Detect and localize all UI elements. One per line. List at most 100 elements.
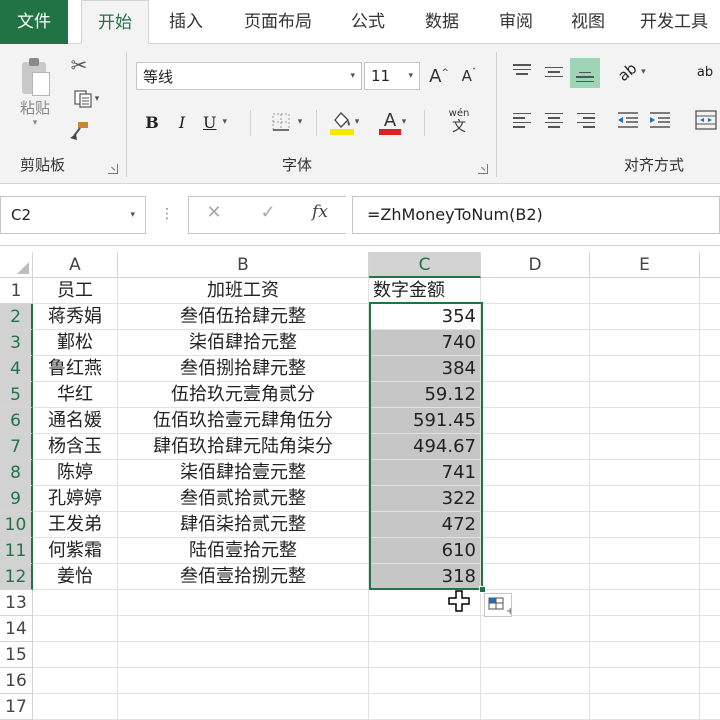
employee-cell[interactable]: 通名媛 bbox=[33, 408, 118, 434]
amount-cell[interactable]: 59.12 bbox=[369, 382, 481, 408]
cancel-button[interactable]: ✕ bbox=[200, 202, 228, 228]
copy-button[interactable]: ▾ bbox=[66, 86, 106, 112]
cell[interactable] bbox=[700, 668, 720, 694]
decrease-indent-button[interactable] bbox=[614, 106, 642, 134]
amount-cell[interactable]: 741 bbox=[369, 460, 481, 486]
italic-button[interactable]: I bbox=[170, 108, 194, 136]
cell[interactable] bbox=[700, 460, 720, 486]
cell[interactable] bbox=[118, 616, 369, 642]
row-header-8[interactable]: 8 bbox=[0, 460, 33, 486]
overtime-pay-cell[interactable]: 柒佰肆拾元整 bbox=[118, 330, 369, 356]
column-header-d[interactable]: D bbox=[481, 252, 590, 278]
cell[interactable] bbox=[481, 382, 590, 408]
employee-cell[interactable]: 王发弟 bbox=[33, 512, 118, 538]
row-header-12[interactable]: 12 bbox=[0, 564, 33, 590]
name-box[interactable]: C2 ▾ bbox=[0, 196, 146, 234]
overtime-pay-cell[interactable]: 伍拾玖元壹角贰分 bbox=[118, 382, 369, 408]
header-cell[interactable]: 加班工资 bbox=[118, 278, 369, 304]
amount-cell[interactable]: 384 bbox=[369, 356, 481, 382]
cell[interactable] bbox=[481, 668, 590, 694]
tab-home[interactable]: 开始 bbox=[81, 0, 149, 45]
paste-button[interactable]: 粘贴 ▾ bbox=[12, 54, 58, 128]
cell[interactable] bbox=[700, 642, 720, 668]
employee-cell[interactable]: 鲁红燕 bbox=[33, 356, 118, 382]
cell[interactable] bbox=[590, 694, 700, 720]
cell[interactable] bbox=[590, 616, 700, 642]
tab-view[interactable]: 视图 bbox=[560, 0, 616, 44]
cell[interactable] bbox=[118, 668, 369, 694]
overtime-pay-cell[interactable]: 陆佰壹拾元整 bbox=[118, 538, 369, 564]
cell[interactable] bbox=[590, 460, 700, 486]
cell[interactable] bbox=[590, 486, 700, 512]
header-cell[interactable]: 员工 bbox=[33, 278, 118, 304]
cell[interactable] bbox=[590, 564, 700, 590]
row-header-10[interactable]: 10 bbox=[0, 512, 33, 538]
chevron-down-icon[interactable]: ▾ bbox=[95, 94, 100, 104]
font-launcher-icon[interactable] bbox=[478, 164, 488, 174]
bold-button[interactable]: B bbox=[140, 108, 164, 136]
employee-cell[interactable]: 姜怡 bbox=[33, 564, 118, 590]
align-right-button[interactable] bbox=[572, 106, 600, 134]
cell[interactable] bbox=[700, 694, 720, 720]
cell[interactable] bbox=[700, 278, 720, 304]
cell[interactable] bbox=[590, 512, 700, 538]
cell[interactable] bbox=[700, 564, 720, 590]
tab-page-layout[interactable]: 页面布局 bbox=[236, 0, 320, 44]
row-header-13[interactable]: 13 bbox=[0, 590, 33, 616]
column-header-a[interactable]: A bbox=[33, 252, 118, 278]
column-header-b[interactable]: B bbox=[118, 252, 369, 278]
overtime-pay-cell[interactable]: 柒佰肆拾壹元整 bbox=[118, 460, 369, 486]
cell[interactable] bbox=[481, 486, 590, 512]
cell[interactable] bbox=[700, 434, 720, 460]
tab-insert[interactable]: 插入 bbox=[156, 0, 216, 44]
cell[interactable] bbox=[481, 330, 590, 356]
column-header-partial[interactable] bbox=[700, 252, 720, 278]
employee-cell[interactable]: 何紫霜 bbox=[33, 538, 118, 564]
align-bottom-button[interactable] bbox=[570, 58, 600, 88]
cell[interactable] bbox=[33, 694, 118, 720]
cell[interactable] bbox=[481, 512, 590, 538]
row-header-14[interactable]: 14 bbox=[0, 616, 33, 642]
fill-handle[interactable] bbox=[479, 586, 486, 593]
row-header-11[interactable]: 11 bbox=[0, 538, 33, 564]
cell[interactable] bbox=[590, 382, 700, 408]
header-cell[interactable]: 数字金额 bbox=[369, 278, 481, 304]
cell[interactable] bbox=[369, 668, 481, 694]
cell[interactable] bbox=[700, 538, 720, 564]
cell[interactable] bbox=[369, 694, 481, 720]
wrap-text-button[interactable]: ab bbox=[690, 58, 720, 86]
cell[interactable] bbox=[590, 668, 700, 694]
cell[interactable] bbox=[700, 616, 720, 642]
overtime-pay-cell[interactable]: 叁佰捌拾肆元整 bbox=[118, 356, 369, 382]
cell[interactable] bbox=[481, 538, 590, 564]
cell[interactable] bbox=[33, 642, 118, 668]
insert-function-button[interactable]: fx bbox=[306, 202, 334, 228]
formula-input[interactable]: =ZhMoneyToNum(B2) bbox=[352, 196, 720, 234]
cell[interactable] bbox=[481, 616, 590, 642]
cell[interactable] bbox=[33, 668, 118, 694]
row-header-6[interactable]: 6 bbox=[0, 408, 33, 434]
cell[interactable] bbox=[590, 356, 700, 382]
row-header-1[interactable]: 1 bbox=[0, 278, 33, 304]
cell[interactable] bbox=[481, 408, 590, 434]
font-color-button[interactable]: A ▾ bbox=[374, 106, 410, 138]
tab-data[interactable]: 数据 bbox=[414, 0, 470, 44]
cell[interactable] bbox=[590, 538, 700, 564]
cell[interactable] bbox=[700, 512, 720, 538]
amount-cell[interactable]: 494.67 bbox=[369, 434, 481, 460]
cell[interactable] bbox=[118, 694, 369, 720]
row-header-3[interactable]: 3 bbox=[0, 330, 33, 356]
cell[interactable] bbox=[590, 434, 700, 460]
row-header-4[interactable]: 4 bbox=[0, 356, 33, 382]
employee-cell[interactable]: 华红 bbox=[33, 382, 118, 408]
tab-review[interactable]: 审阅 bbox=[488, 0, 544, 44]
select-all-button[interactable] bbox=[0, 252, 33, 278]
font-name-select[interactable]: 等线 ▾ bbox=[136, 62, 362, 90]
cell[interactable] bbox=[700, 304, 720, 330]
align-center-button[interactable] bbox=[540, 106, 568, 134]
cell[interactable] bbox=[700, 382, 720, 408]
row-header-17[interactable]: 17 bbox=[0, 694, 33, 720]
cell[interactable] bbox=[700, 590, 720, 616]
clipboard-launcher-icon[interactable] bbox=[108, 164, 118, 174]
cell[interactable] bbox=[481, 434, 590, 460]
